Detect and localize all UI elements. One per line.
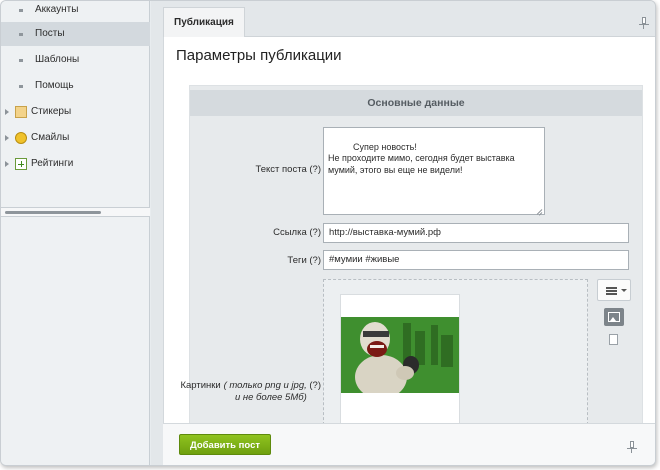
sticker-icon bbox=[15, 106, 27, 118]
sidebar-item-ratings[interactable]: Рейтинги bbox=[1, 152, 150, 176]
sidebar-item-stickers[interactable]: Стикеры bbox=[1, 100, 150, 124]
smile-icon bbox=[15, 132, 27, 144]
tab-publication[interactable]: Публикация bbox=[163, 7, 245, 37]
expand-arrow-icon[interactable] bbox=[5, 109, 9, 115]
add-post-button[interactable]: Добавить пост bbox=[179, 434, 272, 455]
sidebar-item-smiles[interactable]: Смайлы bbox=[1, 126, 150, 150]
images-label-prefix: Картинки bbox=[180, 380, 221, 391]
link-label: Ссылка (?) bbox=[273, 227, 321, 238]
image-dropzone[interactable] bbox=[323, 279, 588, 425]
link-input[interactable]: http://выставка-мумий.рф bbox=[323, 223, 629, 243]
tab-bar: Публикация bbox=[163, 5, 655, 37]
scrollbar-thumb[interactable] bbox=[5, 211, 101, 214]
sidebar-item-label: Аккаунты bbox=[35, 4, 79, 15]
expand-arrow-icon[interactable] bbox=[5, 135, 9, 141]
sidebar-item-templates[interactable]: Шаблоны bbox=[1, 48, 150, 72]
images-label: Картинки( только png и jpg, и не более 5… bbox=[180, 380, 321, 404]
resize-handle-icon[interactable] bbox=[535, 205, 543, 213]
rating-icon bbox=[15, 158, 27, 170]
footer-bar: Добавить пост bbox=[163, 423, 655, 465]
sidebar-item-help[interactable]: Помощь bbox=[1, 74, 150, 98]
menu-icon bbox=[606, 287, 617, 289]
sidebar-item-label: Шаблоны bbox=[35, 54, 80, 65]
pin-icon[interactable] bbox=[627, 441, 637, 453]
image-icon[interactable] bbox=[604, 308, 624, 326]
bullet-icon bbox=[19, 9, 23, 12]
sidebar-item-label: Рейтинги bbox=[31, 158, 74, 169]
tags-label: Теги (?) bbox=[287, 255, 321, 266]
post-text-value: Супер новость! Не проходите мимо, сегодн… bbox=[328, 141, 515, 175]
publication-form: Основные данные Текст поста (?) Супер но… bbox=[180, 85, 643, 425]
sidebar-item-label: Смайлы bbox=[31, 132, 70, 143]
pin-icon[interactable] bbox=[639, 17, 649, 29]
tags-input[interactable]: #мумии #живые bbox=[323, 250, 629, 270]
page-title: Параметры публикации bbox=[176, 47, 342, 64]
expand-arrow-icon[interactable] bbox=[5, 161, 9, 167]
images-help: (?) bbox=[306, 380, 321, 391]
app-window: Аккаунты Посты Шаблоны Помощь Стикеры См… bbox=[0, 0, 656, 466]
bullet-icon bbox=[19, 33, 23, 36]
section-header: Основные данные bbox=[190, 90, 642, 116]
content-panel: Параметры публикации Основные данные Тек… bbox=[163, 37, 655, 425]
post-text-textarea[interactable]: Супер новость! Не проходите мимо, сегодн… bbox=[323, 127, 545, 215]
sidebar-item-label: Помощь bbox=[35, 80, 74, 91]
sidebar-item-posts[interactable]: Посты bbox=[1, 22, 150, 46]
file-icon[interactable] bbox=[609, 334, 618, 345]
sidebar-item-accounts[interactable]: Аккаунты bbox=[1, 1, 150, 22]
main-area: Публикация Параметры публикации Основные… bbox=[151, 1, 655, 465]
menu-button[interactable] bbox=[597, 279, 631, 301]
chevron-down-icon bbox=[621, 289, 627, 292]
sidebar-item-label: Посты bbox=[35, 28, 65, 39]
bullet-icon bbox=[19, 59, 23, 62]
sidebar-item-label: Стикеры bbox=[31, 106, 72, 117]
sidebar-scrollbar[interactable] bbox=[1, 207, 150, 217]
post-text-label: Текст поста (?) bbox=[255, 164, 321, 175]
image-thumbnail-card[interactable] bbox=[340, 294, 460, 424]
bullet-icon bbox=[19, 85, 23, 88]
mummy-image bbox=[341, 317, 459, 393]
images-label-note: ( только png и jpg, и не более 5Мб) bbox=[223, 380, 307, 403]
sidebar: Аккаунты Посты Шаблоны Помощь Стикеры См… bbox=[1, 1, 150, 465]
